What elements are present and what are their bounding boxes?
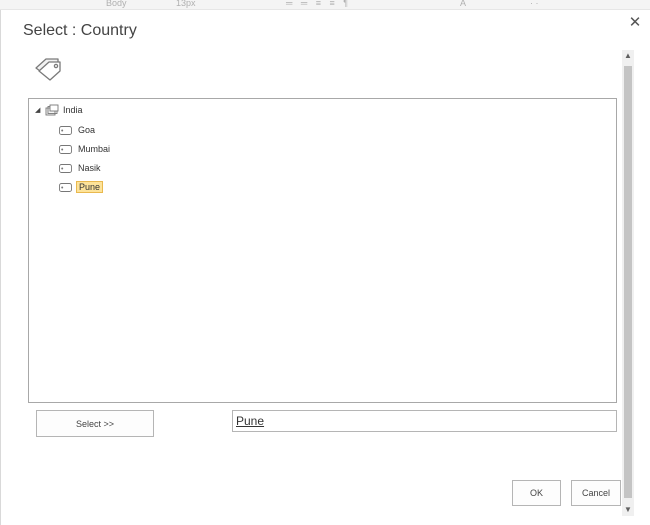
cancel-button[interactable]: Cancel: [571, 480, 621, 506]
tree-node-nasik[interactable]: Nasik: [59, 161, 103, 175]
tree-node-goa[interactable]: Goa: [59, 123, 97, 137]
dialog-title: Select : Country: [23, 22, 137, 39]
ok-button[interactable]: OK: [512, 480, 561, 506]
tag-icon: [59, 182, 72, 192]
ribbon-misc: · ·: [530, 0, 539, 8]
expand-collapse-icon[interactable]: ◢: [35, 106, 45, 114]
ribbon-font-style: Body: [106, 0, 127, 8]
scroll-down-icon[interactable]: ▼: [622, 504, 634, 516]
tree-node-mumbai[interactable]: Mumbai: [59, 142, 112, 156]
select-button[interactable]: Select >>: [36, 410, 154, 437]
tree-node-pune[interactable]: Pune: [59, 180, 104, 194]
term-set-icon: [45, 104, 59, 116]
ribbon-font-color: A: [460, 0, 467, 8]
term-tree-panel: ◢ India Goa Mumbai Nasik Pune: [28, 98, 617, 403]
close-icon[interactable]: ✕: [628, 15, 642, 30]
tree-node-label: Nasik: [78, 163, 101, 173]
tree-node-label: India: [63, 105, 83, 115]
ribbon-font-size: 13px: [176, 0, 196, 8]
ribbon-paragraph-tools: ═ ═ ≡ ≡ ¶: [286, 0, 352, 8]
select-country-dialog: Select : Country ✕ ◢ India Goa Mumbai Na…: [0, 10, 650, 525]
background-ribbon: Body 13px ═ ═ ≡ ≡ ¶ A · ·: [0, 0, 650, 10]
selected-value-field[interactable]: Pune: [232, 410, 617, 432]
vertical-scrollbar[interactable]: ▲ ▼: [622, 50, 634, 516]
tree-node-india[interactable]: ◢ India: [35, 103, 83, 117]
tree-node-label-selected: Pune: [76, 181, 104, 193]
tree-node-label: Goa: [78, 125, 96, 135]
tag-icon: [59, 163, 72, 173]
tags-icon: [35, 58, 61, 81]
scroll-up-icon[interactable]: ▲: [622, 50, 634, 62]
scrollbar-thumb[interactable]: [624, 66, 632, 498]
tag-icon: [59, 144, 72, 154]
tree-node-label: Mumbai: [78, 144, 111, 154]
tag-icon: [59, 125, 72, 135]
